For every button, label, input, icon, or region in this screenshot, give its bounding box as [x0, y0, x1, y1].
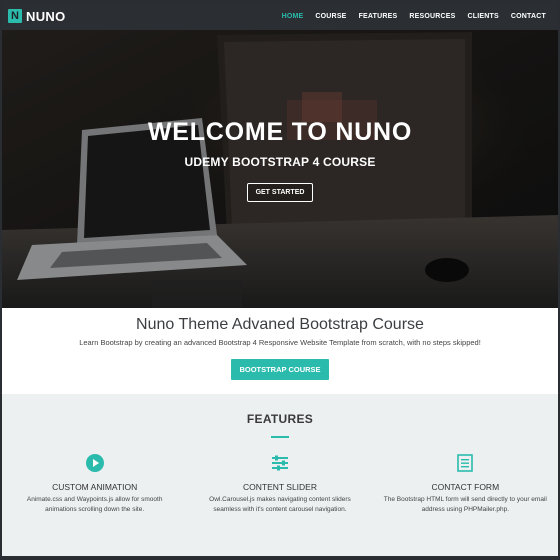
feature-content-slider: CONTENT SLIDER Owl.Carousel.js makes nav…: [187, 452, 372, 515]
page-frame: N NUNO HOME COURSE FEATURES RESOURCES CL…: [0, 0, 560, 560]
features-title: FEATURES: [246, 412, 314, 426]
features-section: FEATURES CUSTOM ANIMATION Animate.css an…: [2, 394, 558, 558]
nav-item-contact[interactable]: CONTACT: [505, 13, 552, 20]
navbar: N NUNO HOME COURSE FEATURES RESOURCES CL…: [2, 2, 558, 30]
brand-name: NUNO: [26, 8, 66, 24]
feature-title: CONTENT SLIDER: [242, 482, 317, 492]
course-description: Learn Bootstrap by creating an advanced …: [79, 338, 481, 347]
form-icon: [454, 452, 476, 474]
feature-text: Owl.Carousel.js makes navigating content…: [209, 496, 351, 513]
hero-content: WELCOME TO NUNO UDEMY BOOTSTRAP 4 COURSE…: [2, 30, 558, 308]
course-title: Nuno Theme Advaned Bootstrap Course: [136, 316, 424, 333]
feature-title: CUSTOM ANIMATION: [52, 482, 138, 492]
footer-edge: [2, 556, 558, 558]
course-section: Nuno Theme Advaned Bootstrap Course Lear…: [2, 308, 558, 394]
feature-contact-form: CONTACT FORM The Bootstrap HTML form wil…: [373, 452, 558, 515]
feature-row: CUSTOM ANIMATION Animate.css and Waypoin…: [2, 452, 558, 515]
nav-item-clients[interactable]: CLIENTS: [462, 13, 505, 20]
hero-title: WELCOME TO NUNO: [147, 118, 413, 146]
feature-custom-animation: CUSTOM ANIMATION Animate.css and Waypoin…: [2, 452, 187, 515]
sliders-icon: [269, 452, 291, 474]
nav-item-features[interactable]: FEATURES: [353, 13, 404, 20]
brand-logo-icon: N: [8, 9, 22, 23]
feature-title: CONTACT FORM: [431, 482, 500, 492]
features-divider: [271, 436, 289, 438]
nav-item-resources[interactable]: RESOURCES: [403, 13, 461, 20]
nav-item-course[interactable]: COURSE: [309, 13, 352, 20]
hero-subtitle: UDEMY BOOTSTRAP 4 COURSE: [184, 155, 376, 169]
hero-section: WELCOME TO NUNO UDEMY BOOTSTRAP 4 COURSE…: [2, 30, 558, 308]
nav-links: HOME COURSE FEATURES RESOURCES CLIENTS C…: [276, 13, 552, 20]
bootstrap-course-button[interactable]: BOOTSTRAP COURSE: [231, 359, 329, 380]
nav-item-home[interactable]: HOME: [276, 13, 310, 20]
get-started-button[interactable]: GET STARTED: [246, 183, 314, 202]
brand-link[interactable]: N NUNO: [8, 9, 65, 24]
feature-text: The Bootstrap HTML form will send direct…: [383, 496, 547, 513]
feature-text: Animate.css and Waypoints.js allow for s…: [26, 496, 163, 513]
play-circle-icon: [84, 452, 106, 474]
